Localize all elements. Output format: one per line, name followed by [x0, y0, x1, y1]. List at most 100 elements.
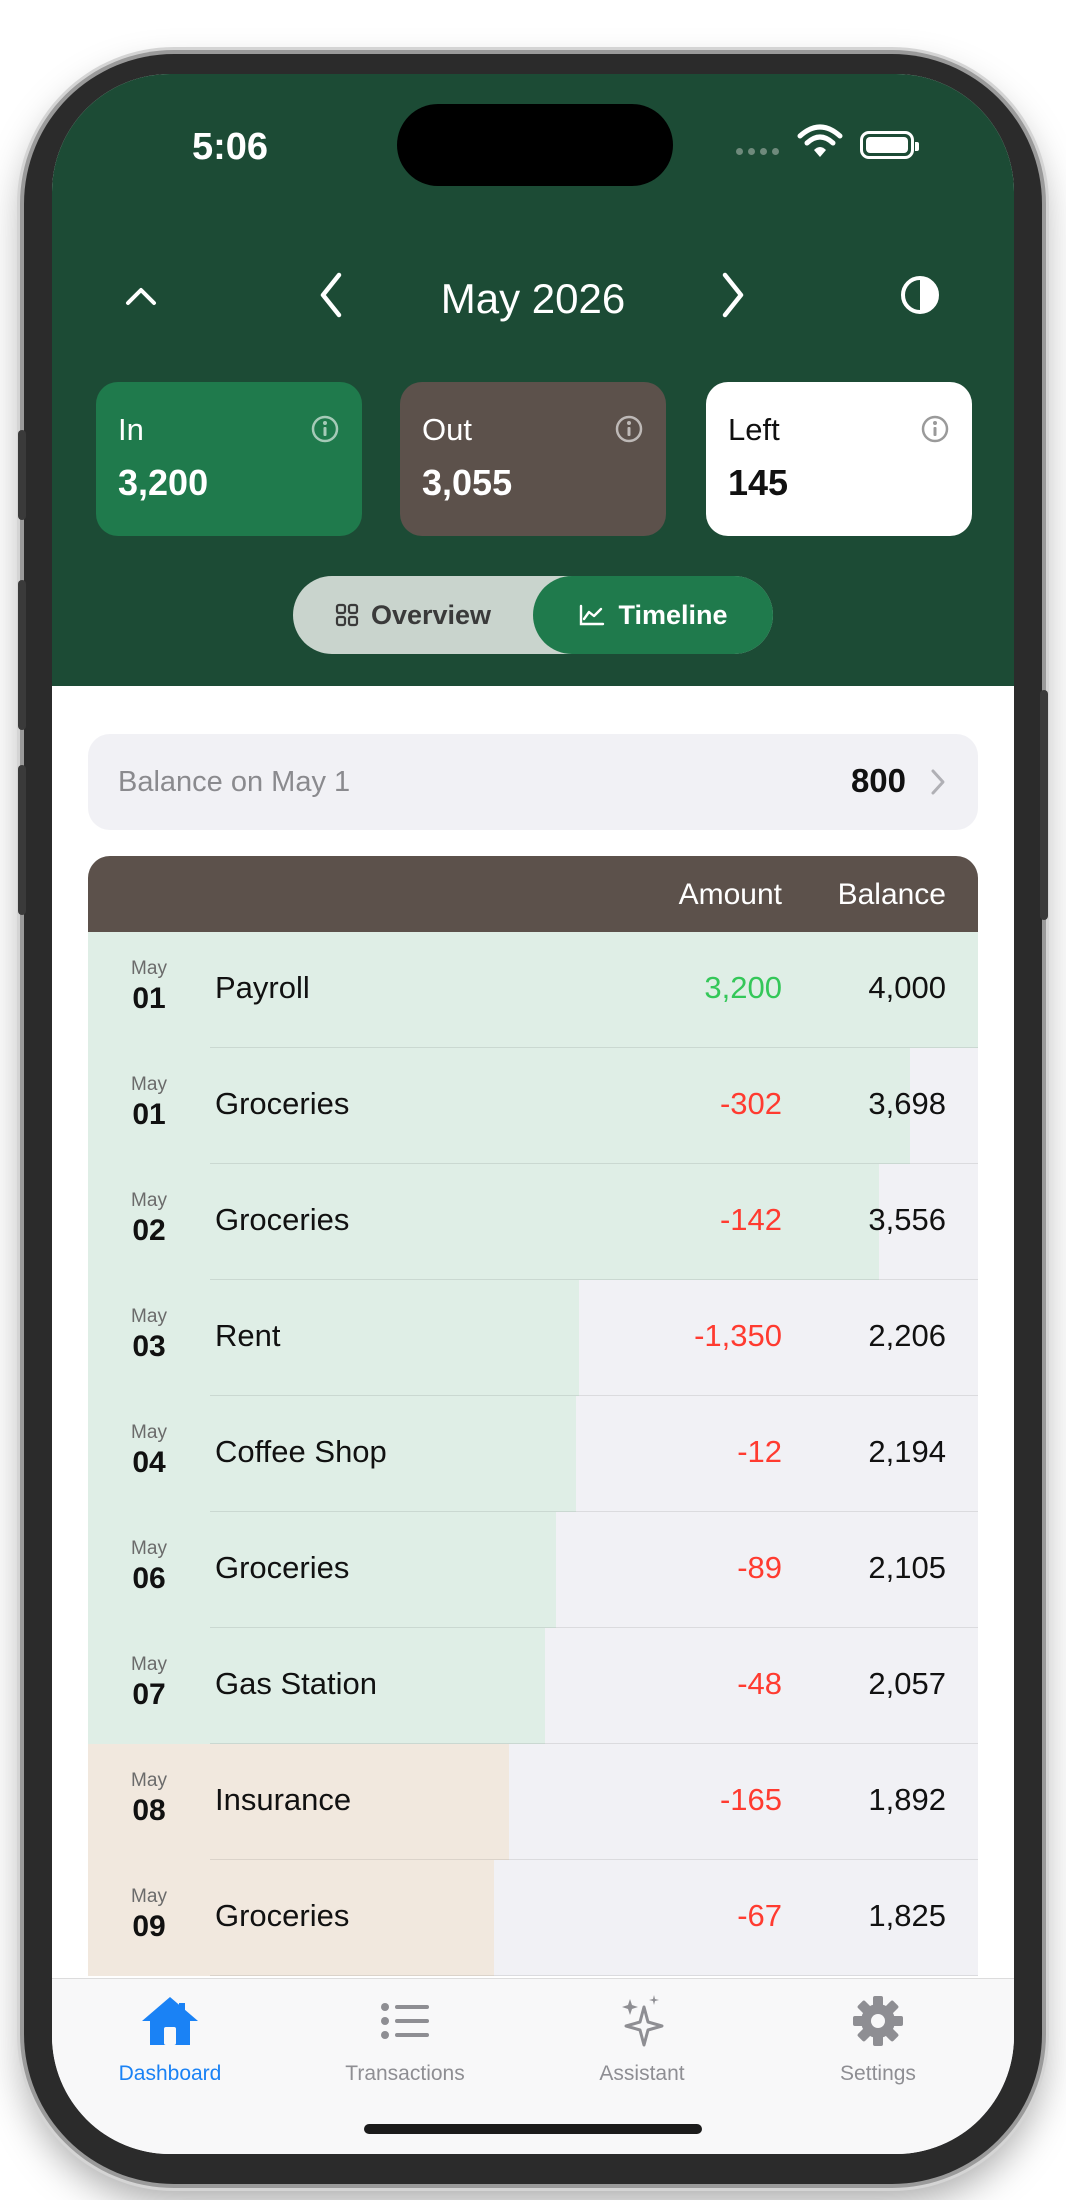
tab-dashboard[interactable]: Dashboard — [70, 1993, 270, 2086]
table-row[interactable]: May 08 Insurance -165 1,892 — [88, 1744, 978, 1860]
signal-icon — [736, 148, 779, 155]
contrast-toggle-icon[interactable] — [898, 273, 942, 317]
month-nav: May 2026 — [52, 259, 1014, 339]
income-card[interactable]: In 3,200 — [96, 382, 362, 536]
balance-level-bar — [88, 1048, 911, 1164]
row-amount: 3,200 — [704, 970, 782, 1005]
row-day: 06 — [132, 1562, 166, 1595]
tab-settings-label: Settings — [840, 2062, 916, 2085]
row-month: May — [131, 958, 167, 979]
row-month: May — [131, 1190, 167, 1211]
row-balance: 4,000 — [868, 970, 946, 1005]
house-icon — [142, 1997, 198, 2045]
row-name: Coffee Shop — [215, 1434, 387, 1469]
status-bar: 5:06 — [52, 74, 1014, 214]
table-row[interactable]: May 04 Coffee Shop -12 2,194 — [88, 1396, 978, 1512]
status-time: 5:06 — [192, 126, 269, 168]
row-date: May 01 — [88, 958, 210, 1016]
info-icon[interactable] — [920, 414, 950, 444]
row-date: May 01 — [88, 1074, 210, 1132]
expense-label: Out — [422, 412, 472, 447]
tab-transactions-label: Transactions — [345, 2062, 465, 2085]
row-amount: -67 — [737, 1898, 782, 1933]
row-date: May 03 — [88, 1306, 210, 1364]
grid-icon — [335, 603, 359, 627]
row-amount: -12 — [737, 1434, 782, 1469]
chevron-right-icon — [931, 769, 945, 795]
table-body: May 01 Payroll 3,200 4,000 May 01 Groceries -302… — [88, 932, 978, 1976]
table-row[interactable]: May 07 Gas Station -48 2,057 — [88, 1628, 978, 1744]
row-balance: 2,194 — [868, 1434, 946, 1469]
segment-overview-label: Overview — [370, 599, 492, 630]
row-name: Groceries — [215, 1202, 350, 1237]
list-icon — [381, 2003, 429, 2039]
row-month: May — [131, 1074, 167, 1095]
home-indicator — [364, 2124, 702, 2134]
opening-balance-value: 800 — [850, 762, 906, 799]
row-date: May 09 — [88, 1886, 210, 1944]
tab-settings[interactable]: Settings — [778, 1993, 978, 2086]
row-amount: -1,350 — [694, 1318, 782, 1353]
row-name: Groceries — [215, 1898, 350, 1933]
tab-dashboard-label: Dashboard — [118, 2062, 222, 2085]
row-amount: -165 — [719, 1782, 782, 1817]
row-day: 07 — [132, 1678, 166, 1711]
tab-transactions[interactable]: Transactions — [305, 1993, 505, 2086]
row-month: May — [131, 1306, 167, 1327]
table-row[interactable]: May 03 Rent -1,350 2,206 — [88, 1280, 978, 1396]
row-month: May — [131, 1770, 167, 1791]
expense-card[interactable]: Out 3,055 — [400, 382, 666, 536]
row-balance: 2,057 — [868, 1666, 946, 1701]
wifi-icon — [797, 124, 843, 157]
row-day: 02 — [132, 1214, 166, 1247]
row-amount: -48 — [737, 1666, 782, 1701]
row-day: 04 — [132, 1446, 166, 1479]
view-segmented-control: Overview Timeline — [293, 576, 773, 654]
timeline-table: Amount Balance May 01 Payroll 3,200 4,000 May… — [88, 856, 978, 1976]
row-month: May — [131, 1886, 167, 1907]
table-row[interactable]: May 01 Payroll 3,200 4,000 — [88, 932, 978, 1048]
row-balance: 3,698 — [868, 1086, 946, 1121]
row-day: 09 — [132, 1910, 166, 1943]
volume-up-button — [18, 580, 26, 730]
action-button — [18, 430, 26, 520]
row-balance: 1,825 — [868, 1898, 946, 1933]
segment-timeline[interactable]: Timeline — [533, 576, 773, 654]
table-row[interactable]: May 09 Groceries -67 1,825 — [88, 1860, 978, 1976]
row-name: Rent — [215, 1318, 281, 1353]
left-card[interactable]: Left 145 — [706, 382, 972, 536]
segment-timeline-label: Timeline — [618, 599, 728, 630]
gear-icon — [853, 1996, 903, 2046]
left-label: Left — [728, 412, 780, 447]
power-button — [1040, 690, 1048, 920]
row-name: Gas Station — [215, 1666, 377, 1701]
row-month: May — [131, 1538, 167, 1559]
row-date: May 04 — [88, 1422, 210, 1480]
next-month-chevron-icon[interactable] — [716, 269, 750, 321]
table-row[interactable]: May 01 Groceries -302 3,698 — [88, 1048, 978, 1164]
info-icon[interactable] — [310, 414, 340, 444]
expense-value: 3,055 — [422, 462, 513, 503]
row-name: Insurance — [215, 1782, 352, 1817]
row-date: May 06 — [88, 1538, 210, 1596]
header: 5:06 May 2026 In 3,200 Out 3,055 Left 14… — [52, 74, 1014, 686]
segment-overview[interactable]: Overview — [293, 576, 533, 654]
month-title: May 2026 — [440, 275, 626, 322]
row-month: May — [131, 1654, 167, 1675]
opening-balance-row[interactable]: Balance on May 1 800 — [88, 734, 978, 830]
dynamic-island — [397, 104, 673, 186]
row-name: Groceries — [215, 1550, 350, 1585]
row-name: Groceries — [215, 1086, 350, 1121]
table-row[interactable]: May 02 Groceries -142 3,556 — [88, 1164, 978, 1280]
info-icon[interactable] — [614, 414, 644, 444]
income-label: In — [118, 412, 144, 447]
tab-assistant[interactable]: Assistant — [542, 1993, 742, 2086]
chart-line-icon — [580, 604, 605, 626]
table-row[interactable]: May 06 Groceries -89 2,105 — [88, 1512, 978, 1628]
row-balance: 2,206 — [868, 1318, 946, 1353]
row-amount: -89 — [737, 1550, 782, 1585]
row-day: 01 — [132, 982, 166, 1015]
summary-cards: In 3,200 Out 3,055 Left 145 — [96, 382, 972, 536]
row-name: Payroll — [215, 970, 310, 1005]
sparkles-icon — [622, 1995, 664, 2047]
